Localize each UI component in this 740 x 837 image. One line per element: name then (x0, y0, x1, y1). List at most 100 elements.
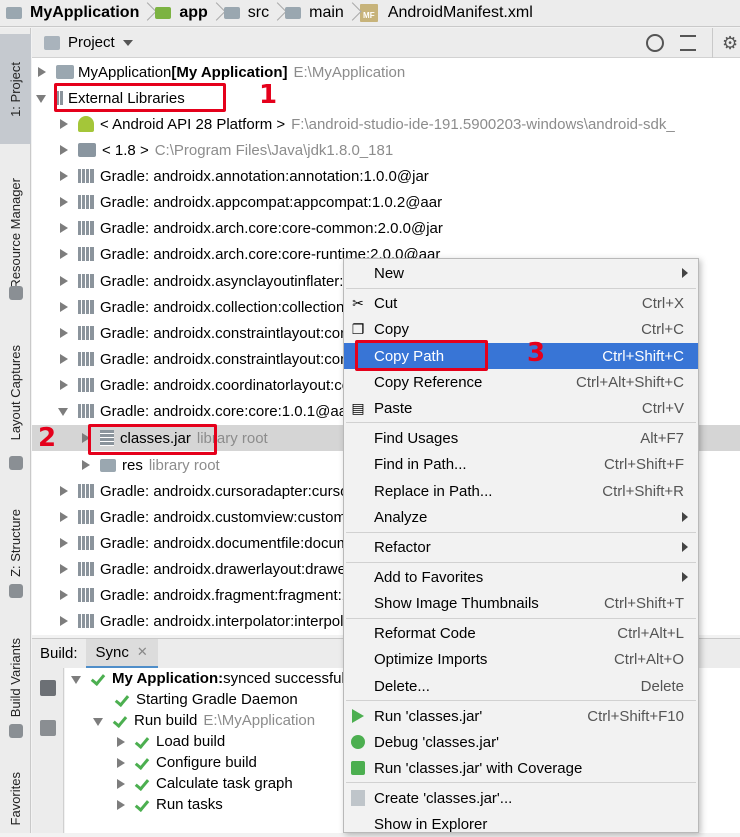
library-icon (78, 510, 94, 524)
library-icon (78, 274, 94, 288)
menu-label: Refactor (374, 538, 431, 556)
build-row[interactable]: Run build E:\MyApplication (93, 710, 315, 731)
close-icon[interactable]: ✕ (137, 644, 148, 660)
menu-shortcut: Ctrl+Shift+C (602, 347, 684, 365)
menu-item-refactor[interactable]: Refactor (344, 534, 698, 560)
library-icon (78, 352, 94, 366)
menu-item-replace-in-path[interactable]: Replace in Path... Ctrl+Shift+R (344, 478, 698, 504)
expand-icon[interactable] (58, 614, 72, 628)
jdk-folder-icon (78, 143, 96, 157)
expand-icon[interactable] (115, 798, 129, 812)
tree-node-android-api[interactable]: < Android API 28 Platform > F:\android-s… (32, 111, 740, 137)
expand-icon[interactable] (115, 756, 129, 770)
chevron-down-icon[interactable] (122, 39, 133, 46)
collapse-icon[interactable] (36, 91, 50, 105)
menu-label: Show Image Thumbnails (374, 594, 539, 612)
build-row[interactable]: Load build (115, 731, 225, 752)
build-row[interactable]: Configure build (115, 752, 257, 773)
menu-shortcut: Ctrl+C (641, 320, 684, 338)
menu-item-find-usages[interactable]: Find Usages Alt+F7 (344, 425, 698, 451)
expand-icon[interactable] (58, 300, 72, 314)
expand-icon[interactable] (58, 562, 72, 576)
menu-item-show-in-explorer[interactable]: Show in Explorer (344, 811, 698, 837)
menu-item-show-thumbnails[interactable]: Show Image Thumbnails Ctrl+Shift+T (344, 590, 698, 616)
menu-item-add-to-favorites[interactable]: Add to Favorites (344, 564, 698, 590)
collapse-all-icon[interactable] (680, 35, 696, 51)
menu-item-create-config[interactable]: Create 'classes.jar'... (344, 785, 698, 811)
menu-item-new[interactable]: New (344, 260, 698, 286)
tab-build-variants[interactable]: Build Variants (0, 628, 31, 728)
build-row[interactable]: Starting Gradle Daemon (115, 689, 298, 710)
menu-item-analyze[interactable]: Analyze (344, 504, 698, 530)
tab-layout-captures[interactable]: Layout Captures (0, 328, 31, 458)
build-row[interactable]: Run tasks (115, 794, 223, 815)
collapse-icon[interactable] (58, 404, 72, 418)
tab-structure[interactable]: Z: Structure (0, 498, 31, 588)
pin-icon[interactable] (40, 720, 56, 736)
menu-item-copy-reference[interactable]: Copy Reference Ctrl+Alt+Shift+C (344, 369, 698, 395)
expand-icon[interactable] (58, 588, 72, 602)
expand-icon[interactable] (80, 458, 94, 472)
tree-node-gradle-lib[interactable]: Gradle: androidx.arch.core:core-common:2… (32, 215, 740, 241)
menu-item-optimize-imports[interactable]: Optimize Imports Ctrl+Alt+O (344, 646, 698, 672)
highlight-copy-path (355, 340, 488, 371)
build-row[interactable]: Calculate task graph (115, 773, 293, 794)
menu-label: Cut (374, 294, 398, 312)
gear-icon[interactable]: ⚙ (722, 33, 738, 54)
expand-icon[interactable] (58, 510, 72, 524)
expand-icon[interactable] (58, 117, 72, 131)
menu-item-paste[interactable]: ▤ Paste Ctrl+V (344, 395, 698, 421)
check-icon (115, 693, 129, 707)
library-icon (78, 195, 94, 209)
menu-item-copy[interactable]: ❐ Copy Ctrl+C (344, 316, 698, 342)
expand-icon[interactable] (58, 169, 72, 183)
expand-icon[interactable] (58, 247, 72, 261)
menu-item-reformat-code[interactable]: Reformat Code Ctrl+Alt+L (344, 620, 698, 646)
expand-icon[interactable] (36, 65, 50, 79)
crumb-app[interactable]: app (175, 0, 211, 26)
expand-icon[interactable] (58, 378, 72, 392)
tree-node-jdk[interactable]: < 1.8 > C:\Program Files\Java\jdk1.8.0_1… (32, 137, 740, 163)
menu-item-run-coverage[interactable]: Run 'classes.jar' with Coverage (344, 755, 698, 781)
tree-node-project[interactable]: MyApplication [My Application] E:\MyAppl… (32, 59, 740, 85)
expand-icon[interactable] (58, 326, 72, 340)
collapse-icon[interactable] (93, 714, 107, 728)
expand-icon[interactable] (58, 536, 72, 550)
menu-item-cut[interactable]: ✂ Cut Ctrl+X (344, 290, 698, 316)
build-row[interactable]: My Application: synced successfully (71, 668, 356, 689)
expand-icon[interactable] (115, 735, 129, 749)
expand-icon[interactable] (58, 195, 72, 209)
tab-project[interactable]: 1: Project (0, 34, 31, 144)
tab-layout-captures-label: Layout Captures (8, 345, 23, 441)
tab-sync[interactable]: Sync ✕ (85, 638, 158, 669)
tab-favorites[interactable]: Favorites (0, 766, 31, 832)
toggle-view-icon[interactable] (40, 680, 56, 696)
tree-node-module-name: [My Application] (171, 63, 288, 81)
chevron-right-icon (212, 0, 224, 26)
crumb-main[interactable]: main (305, 0, 348, 26)
project-view-icon (44, 35, 60, 50)
expand-icon[interactable] (58, 352, 72, 366)
expand-icon[interactable] (58, 274, 72, 288)
menu-item-find-in-path[interactable]: Find in Path... Ctrl+Shift+F (344, 451, 698, 477)
expand-icon[interactable] (58, 221, 72, 235)
expand-icon[interactable] (58, 484, 72, 498)
tree-node-gradle-lib[interactable]: Gradle: androidx.annotation:annotation:1… (32, 163, 740, 189)
menu-label: Copy (374, 320, 410, 338)
tree-node-label: MyApplication (78, 63, 172, 81)
project-view-selector[interactable]: Project (68, 34, 115, 51)
expand-icon[interactable] (115, 777, 129, 791)
crumb-src[interactable]: src (244, 0, 273, 26)
collapse-icon[interactable] (71, 672, 85, 686)
crumb-manifest[interactable]: AndroidManifest.xml (384, 0, 537, 26)
menu-separator (346, 700, 696, 701)
tree-node-gradle-lib[interactable]: Gradle: androidx.appcompat:appcompat:1.0… (32, 189, 740, 215)
menu-item-run[interactable]: Run 'classes.jar' Ctrl+Shift+F10 (344, 703, 698, 729)
tree-node-label: < Android API 28 Platform > (100, 115, 286, 133)
config-icon (349, 789, 367, 807)
crumb-project[interactable]: MyApplication (26, 0, 143, 26)
locate-icon[interactable] (646, 34, 664, 52)
menu-item-delete[interactable]: Delete... Delete (344, 673, 698, 699)
expand-icon[interactable] (58, 143, 72, 157)
menu-item-debug[interactable]: Debug 'classes.jar' (344, 729, 698, 755)
